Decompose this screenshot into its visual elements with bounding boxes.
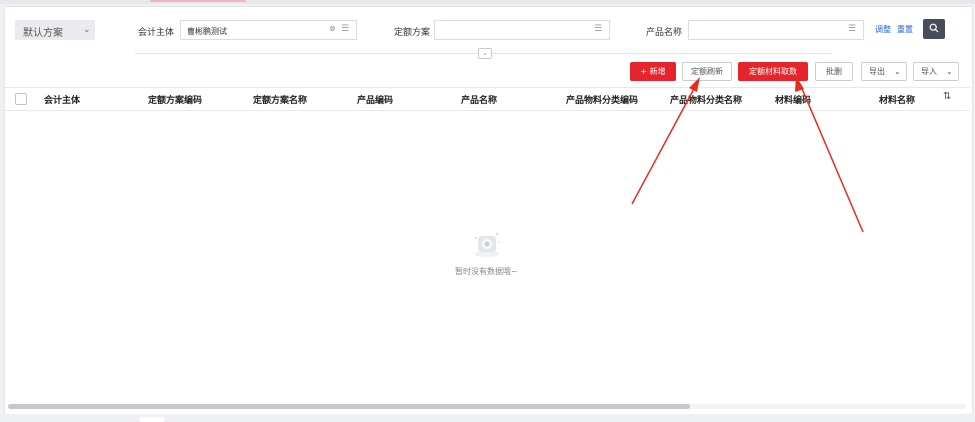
column-header[interactable]: 定额方案名称 xyxy=(253,93,307,106)
quota-refresh-button[interactable]: 定额刷新 xyxy=(682,62,732,81)
column-header[interactable]: 材料编码 xyxy=(775,93,811,106)
scrollbar-thumb[interactable] xyxy=(8,404,690,409)
list-icon[interactable]: ☰ xyxy=(594,24,602,34)
bottom-tab xyxy=(140,417,164,422)
list-icon[interactable]: ☰ xyxy=(848,24,856,34)
import-button[interactable]: 导入 ⌄ xyxy=(913,62,959,81)
accounting-entity-value: 曹彬鹏测试 xyxy=(187,27,227,36)
product-name-label: 产品名称 xyxy=(646,28,683,38)
scheme-select[interactable]: 默认方案 ⌄ xyxy=(15,20,95,40)
column-header[interactable]: 产品编码 xyxy=(357,93,393,106)
quota-material-fetch-button[interactable]: 定额材料取数 xyxy=(738,62,808,81)
product-name-input[interactable]: ☰ xyxy=(688,20,864,40)
column-settings-icon[interactable]: ⇅ xyxy=(943,91,951,102)
chevron-down-icon: ⌄ xyxy=(946,67,953,76)
import-label: 导入 xyxy=(921,67,937,76)
column-header[interactable]: 定额方案编码 xyxy=(148,93,202,106)
list-icon[interactable]: ☰ xyxy=(341,24,349,34)
reset-link[interactable]: 重置 xyxy=(897,24,913,35)
column-header[interactable]: 产品物料分类编码 xyxy=(566,93,638,106)
clear-icon[interactable]: ⊗ xyxy=(329,24,336,33)
search-button[interactable] xyxy=(923,19,945,39)
top-strip xyxy=(0,0,975,4)
select-all-checkbox[interactable] xyxy=(15,93,27,105)
chevron-down-icon: ⌄ xyxy=(83,25,91,35)
empty-state-message: 暂时没有数据哦~ xyxy=(455,267,518,276)
horizontal-scrollbar[interactable] xyxy=(8,404,966,409)
scheme-select-value: 默认方案 xyxy=(23,28,63,39)
column-header[interactable]: 会计主体 xyxy=(44,93,80,106)
adjust-link[interactable]: 调整 xyxy=(875,24,891,35)
active-tab-indicator xyxy=(150,0,246,2)
collapse-toggle[interactable]: ⌄ xyxy=(478,48,492,59)
accounting-entity-input[interactable]: 曹彬鹏测试 ⊗ ☰ xyxy=(180,20,357,40)
column-header[interactable]: 材料名称 xyxy=(879,93,915,106)
column-header[interactable]: 产品物料分类名称 xyxy=(670,93,742,106)
quota-scheme-label: 定额方案 xyxy=(394,28,431,38)
empty-box-icon xyxy=(475,232,500,257)
column-header[interactable]: 产品名称 xyxy=(461,93,497,106)
chevron-down-icon: ⌄ xyxy=(894,67,901,76)
export-label: 导出 xyxy=(869,67,885,76)
chevron-down-icon: ⌄ xyxy=(482,50,488,57)
batch-delete-button[interactable]: 批删 xyxy=(815,62,853,81)
quota-scheme-input[interactable]: ☰ xyxy=(434,20,610,40)
bottom-strip xyxy=(0,414,975,422)
accounting-entity-label: 会计主体 xyxy=(138,28,175,38)
table-header: 会计主体 定额方案编码 定额方案名称 产品编码 产品名称 产品物料分类编码 产品… xyxy=(5,87,970,111)
search-icon xyxy=(929,23,939,33)
export-button[interactable]: 导出 ⌄ xyxy=(861,62,907,81)
add-button[interactable]: + 新增 xyxy=(630,62,676,81)
